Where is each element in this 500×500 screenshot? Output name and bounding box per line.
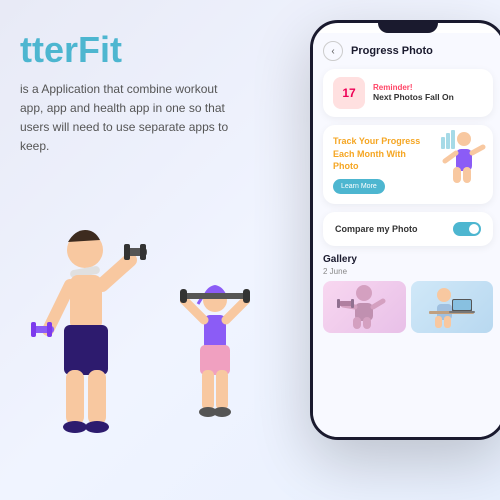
person-small-illustration — [180, 280, 250, 460]
compare-toggle[interactable] — [453, 222, 481, 236]
reminder-card: 17 Reminder! Next Photos Fall On — [323, 69, 493, 117]
gallery-date: 2 June — [323, 267, 493, 276]
reminder-label: Reminder! — [373, 83, 454, 92]
gallery-item-2[interactable] — [411, 281, 494, 333]
gallery-section: Gallery 2 June — [323, 254, 493, 333]
track-figure — [439, 129, 489, 184]
brand-description: is a Application that combine workout ap… — [20, 80, 240, 157]
compare-text: Compare my Photo — [335, 224, 418, 234]
reminder-content: Reminder! Next Photos Fall On — [373, 83, 454, 104]
track-card: Track Your Progress Each Month With Phot… — [323, 125, 493, 204]
person-big-illustration — [20, 220, 150, 460]
track-title: Track Your Progress Each Month With Phot… — [333, 135, 423, 173]
phone-shell: ‹ Progress Photo 17 Reminder! Next Photo… — [310, 20, 500, 440]
illustration-area — [0, 210, 260, 490]
back-button[interactable]: ‹ — [323, 41, 343, 61]
gallery-title: Gallery — [323, 254, 493, 265]
screen-title: Progress Photo — [351, 45, 433, 57]
compare-card: Compare my Photo — [323, 212, 493, 246]
phone-screen: ‹ Progress Photo 17 Reminder! Next Photo… — [313, 33, 500, 437]
reminder-text: Next Photos Fall On — [373, 92, 454, 104]
gallery-item-1[interactable] — [323, 281, 406, 333]
learn-more-button[interactable]: Learn More — [333, 179, 385, 194]
gallery-grid — [323, 281, 493, 333]
phone-mockup: ‹ Progress Photo 17 Reminder! Next Photo… — [310, 20, 500, 480]
phone-header: ‹ Progress Photo — [323, 41, 493, 61]
brand-title: tterFit — [20, 30, 240, 70]
reminder-icon: 17 — [333, 77, 365, 109]
phone-notch — [378, 23, 438, 33]
